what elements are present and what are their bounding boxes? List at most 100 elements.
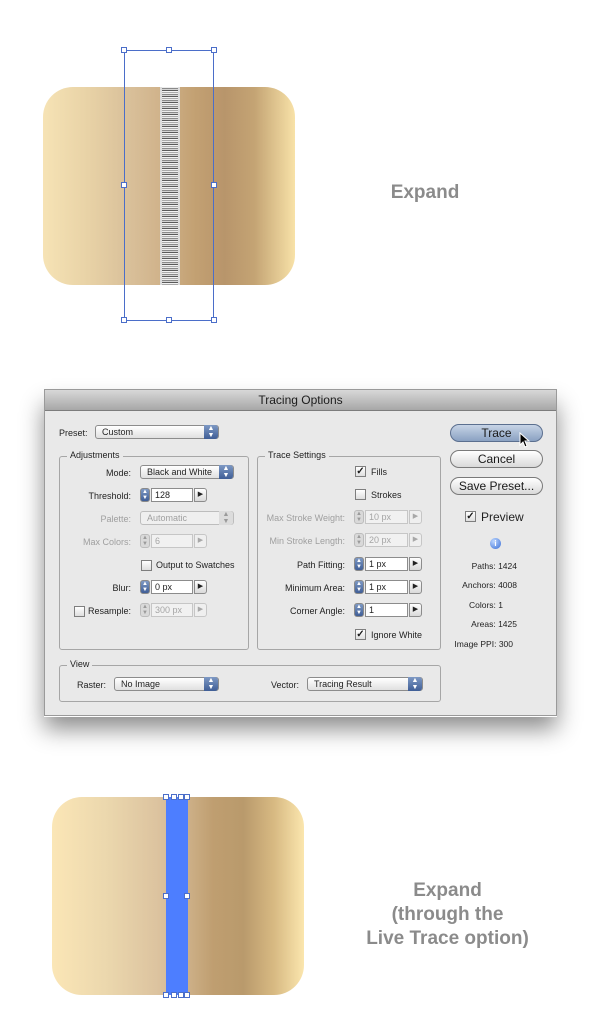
stat-areas: Areas: 1425 — [471, 619, 517, 629]
resample-flyout-button[interactable]: ▶ — [194, 603, 207, 617]
checkmark-icon: ✓ — [356, 466, 365, 477]
stat-colors: Colors: 1 — [468, 600, 503, 610]
vector-select[interactable]: Tracing Result ▲ ▼ — [307, 677, 423, 691]
output-to-swatches-label: Output to Swatches — [156, 560, 235, 570]
blur-stepper[interactable]: ▲ ▼ — [140, 580, 150, 594]
output-to-swatches-checkbox[interactable] — [141, 560, 152, 571]
blur-flyout-button[interactable]: ▶ — [194, 580, 207, 594]
selection-handle[interactable] — [171, 992, 177, 998]
corner-angle-flyout-button[interactable]: ▶ — [409, 603, 422, 617]
selection-handle[interactable] — [211, 317, 217, 323]
min-stroke-length-stepper[interactable]: ▲ ▼ — [354, 533, 364, 547]
max-colors-flyout-button[interactable]: ▶ — [194, 534, 207, 548]
palette-select[interactable]: Automatic ▲ ▼ — [140, 511, 234, 525]
strokes-checkbox[interactable] — [355, 489, 366, 500]
preset-label: Preset: — [59, 428, 88, 438]
popup-arrows-icon: ▲ ▼ — [219, 511, 233, 525]
raster-label: Raster: — [77, 680, 107, 690]
threshold-label: Threshold: — [88, 491, 131, 501]
vector-label: Vector: — [271, 680, 300, 690]
flyout-triangle-icon: ▶ — [197, 583, 204, 590]
blur-input[interactable]: 0 px — [151, 580, 193, 594]
max-stroke-weight-flyout-button[interactable]: ▶ — [409, 510, 422, 524]
corner-angle-label: Corner Angle: — [289, 606, 345, 616]
stat-anchors: Anchors: 4008 — [462, 580, 517, 590]
popup-arrows-icon: ▲ ▼ — [204, 425, 218, 439]
max-stroke-weight-input[interactable]: 10 px — [365, 510, 408, 524]
max-colors-input[interactable]: 6 — [151, 534, 193, 548]
checkmark-icon: ✓ — [466, 511, 475, 522]
dialog-title[interactable]: Tracing Options — [45, 390, 556, 411]
selection-handle[interactable] — [121, 182, 127, 188]
preset-select[interactable]: Custom ▲ ▼ — [95, 425, 219, 439]
path-fitting-stepper[interactable]: ▲ ▼ — [354, 557, 364, 571]
selection-handle[interactable] — [184, 992, 190, 998]
selection-handle[interactable] — [184, 794, 190, 800]
selection-handle[interactable] — [163, 992, 169, 998]
selection-handle[interactable] — [166, 317, 172, 323]
mode-label: Mode: — [105, 468, 131, 478]
fills-checkbox[interactable]: ✓ — [355, 466, 366, 477]
selection-handle[interactable] — [121, 317, 127, 323]
selection-handle[interactable] — [184, 893, 190, 899]
adjustments-title: Adjustments — [67, 450, 123, 460]
ignore-white-checkbox[interactable]: ✓ — [355, 629, 366, 640]
selection-handle[interactable] — [163, 893, 169, 899]
path-fitting-flyout-button[interactable]: ▶ — [409, 557, 422, 571]
selection-handle[interactable] — [166, 47, 172, 53]
threshold-input[interactable]: 128 — [151, 488, 193, 502]
max-stroke-weight-stepper[interactable]: ▲ ▼ — [354, 510, 364, 524]
info-icon[interactable]: i — [490, 538, 501, 549]
selection-handle[interactable] — [211, 47, 217, 53]
resample-input[interactable]: 300 px — [151, 603, 193, 617]
raster-select[interactable]: No Image ▲ ▼ — [114, 677, 219, 691]
max-colors-stepper[interactable]: ▲ ▼ — [140, 534, 150, 548]
cancel-button[interactable]: Cancel — [450, 450, 543, 468]
minimum-area-flyout-button[interactable]: ▶ — [409, 580, 422, 594]
flyout-triangle-icon: ▶ — [412, 606, 419, 613]
minimum-area-input[interactable]: 1 px — [365, 580, 408, 594]
selection-handle[interactable] — [121, 47, 127, 53]
checkmark-icon: ✓ — [356, 629, 365, 640]
caption-line: Expand — [413, 880, 482, 901]
palette-value: Automatic — [147, 513, 188, 523]
selection-handle[interactable] — [163, 794, 169, 800]
flyout-triangle-icon: ▶ — [197, 606, 204, 613]
caption-line: Live Trace option) — [366, 928, 529, 949]
flyout-triangle-icon: ▶ — [412, 513, 419, 520]
resample-checkbox[interactable] — [74, 606, 85, 617]
ignore-white-label: Ignore White — [371, 630, 423, 640]
threshold-stepper[interactable]: ▲ ▼ — [140, 488, 150, 502]
flyout-triangle-icon: ▶ — [412, 560, 419, 567]
caption-expand: Expand — [390, 182, 460, 203]
minimum-area-label: Minimum Area: — [284, 583, 345, 593]
flyout-triangle-icon: ▶ — [412, 536, 419, 543]
selection-bounding-box[interactable] — [124, 50, 214, 321]
tracing-options-dialog: Tracing Options Preset: Custom ▲ ▼ Adjust… — [44, 389, 557, 716]
min-stroke-length-label: Min Stroke Length: — [269, 536, 345, 546]
corner-angle-input[interactable]: 1 — [365, 603, 408, 617]
preview-checkbox[interactable]: ✓ — [465, 511, 476, 522]
trace-settings-group — [257, 456, 441, 650]
path-fitting-input[interactable]: 1 px — [365, 557, 408, 571]
resample-stepper[interactable]: ▲ ▼ — [140, 603, 150, 617]
selection-handle[interactable] — [211, 182, 217, 188]
resample-label: Resample: — [87, 606, 131, 616]
minimum-area-stepper[interactable]: ▲ ▼ — [354, 580, 364, 594]
min-stroke-length-flyout-button[interactable]: ▶ — [409, 533, 422, 547]
threshold-flyout-button[interactable]: ▶ — [194, 488, 207, 502]
corner-angle-stepper[interactable]: ▲ ▼ — [354, 603, 364, 617]
caption-expand-live-trace: Expand (through the Live Trace option) — [355, 879, 540, 951]
min-stroke-length-input[interactable]: 20 px — [365, 533, 408, 547]
save-preset-button[interactable]: Save Preset... — [450, 477, 543, 495]
preview-label: Preview — [481, 510, 524, 524]
strokes-label: Strokes — [371, 490, 402, 500]
flyout-triangle-icon: ▶ — [197, 537, 204, 544]
mode-select[interactable]: Black and White ▲ ▼ — [140, 465, 234, 479]
selection-handle[interactable] — [171, 794, 177, 800]
caption-line: (through the — [391, 904, 504, 925]
popup-arrows-icon: ▲ ▼ — [408, 677, 422, 691]
trace-settings-title: Trace Settings — [265, 450, 329, 460]
blur-label: Blur: — [112, 583, 131, 593]
cursor-arrow-icon — [519, 432, 531, 448]
